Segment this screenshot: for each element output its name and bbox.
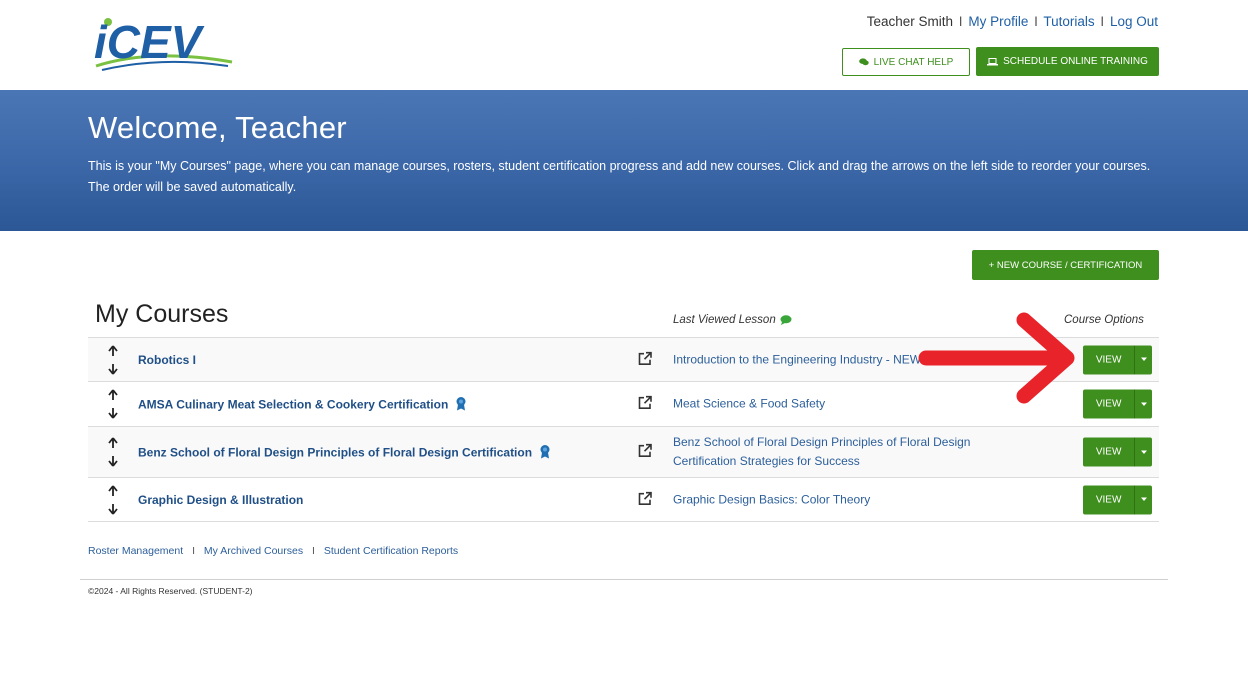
schedule-online-training-button[interactable]: SCHEDULE ONLINE TRAINING xyxy=(976,47,1159,76)
external-link-icon[interactable] xyxy=(637,443,653,459)
my-profile-link[interactable]: My Profile xyxy=(968,14,1028,29)
user-name: Teacher Smith xyxy=(866,14,954,29)
view-course-button[interactable]: VIEW xyxy=(1083,437,1152,467)
live-chat-help-button[interactable]: LIVE CHAT HELP xyxy=(842,48,970,76)
last-viewed-lesson-link[interactable]: Introduction to the Engineering Industry… xyxy=(673,350,921,369)
roster-management-link[interactable]: Roster Management xyxy=(88,545,183,557)
table-row: Benz School of Floral Design Principles … xyxy=(88,427,1159,478)
red-arrow-annotation-icon xyxy=(918,312,1075,404)
my-courses-heading: My Courses xyxy=(95,300,229,328)
view-course-button[interactable]: VIEW xyxy=(1083,345,1152,374)
view-course-button[interactable]: VIEW xyxy=(1083,389,1152,419)
course-name-link[interactable]: AMSA Culinary Meat Selection & Cookery C… xyxy=(138,397,466,412)
caret-down-icon xyxy=(1140,497,1147,501)
caret-down-icon xyxy=(1140,402,1147,406)
last-viewed-lesson-link[interactable]: Meat Science & Food Safety xyxy=(673,395,825,414)
last-viewed-lesson-header: Last Viewed Lesson xyxy=(673,314,792,326)
view-options-dropdown[interactable] xyxy=(1134,437,1152,467)
caret-down-icon xyxy=(1140,357,1147,361)
new-course-certification-button[interactable]: + NEW COURSE / CERTIFICATION xyxy=(972,250,1159,280)
student-certification-reports-link[interactable]: Student Certification Reports xyxy=(324,545,458,557)
schedule-label: SCHEDULE ONLINE TRAINING xyxy=(1003,56,1148,67)
footer-divider xyxy=(80,579,1168,580)
last-viewed-lesson-link[interactable]: Benz School of Floral Design Principles … xyxy=(673,433,983,471)
laptop-icon xyxy=(987,57,999,65)
course-name-link[interactable]: Benz School of Floral Design Principles … xyxy=(138,445,550,460)
view-options-dropdown[interactable] xyxy=(1134,485,1152,514)
copyright-text: ©2024 - All Rights Reserved. (STUDENT-2) xyxy=(88,586,253,596)
reorder-arrows-icon[interactable] xyxy=(106,484,120,515)
view-options-dropdown[interactable] xyxy=(1134,345,1152,374)
welcome-banner: Welcome, Teacher This is your "My Course… xyxy=(0,90,1248,231)
certification-ribbon-icon xyxy=(456,397,466,411)
logo-text: iCEV xyxy=(94,16,205,68)
course-name-link[interactable]: Robotics I xyxy=(138,353,196,367)
external-link-icon[interactable] xyxy=(637,490,653,506)
external-link-icon[interactable] xyxy=(637,395,653,411)
footer-links: Roster Management I My Archived Courses … xyxy=(88,545,459,557)
top-links: Teacher Smith I My Profile I Tutorials I… xyxy=(866,14,1158,29)
chat-icon xyxy=(858,58,869,66)
welcome-description: This is your "My Courses" page, where yo… xyxy=(88,159,1151,194)
view-options-dropdown[interactable] xyxy=(1134,389,1152,419)
table-row: Graphic Design & Illustration Graphic De… xyxy=(88,478,1159,522)
reorder-arrows-icon[interactable] xyxy=(106,437,120,467)
external-link-icon[interactable] xyxy=(637,350,653,366)
my-archived-courses-link[interactable]: My Archived Courses xyxy=(204,545,303,557)
icev-logo[interactable]: iCEV xyxy=(92,14,252,74)
tutorials-link[interactable]: Tutorials xyxy=(1043,14,1094,29)
welcome-title: Welcome, Teacher xyxy=(88,110,347,145)
log-out-link[interactable]: Log Out xyxy=(1110,14,1158,29)
last-viewed-lesson-link[interactable]: Graphic Design Basics: Color Theory xyxy=(673,490,870,509)
live-chat-label: LIVE CHAT HELP xyxy=(873,56,954,68)
comment-icon xyxy=(780,315,792,325)
course-name-link[interactable]: Graphic Design & Illustration xyxy=(138,493,303,507)
reorder-arrows-icon[interactable] xyxy=(106,389,120,419)
view-course-button[interactable]: VIEW xyxy=(1083,485,1152,514)
reorder-arrows-icon[interactable] xyxy=(106,344,120,375)
caret-down-icon xyxy=(1140,450,1147,454)
certification-ribbon-icon xyxy=(540,445,550,459)
